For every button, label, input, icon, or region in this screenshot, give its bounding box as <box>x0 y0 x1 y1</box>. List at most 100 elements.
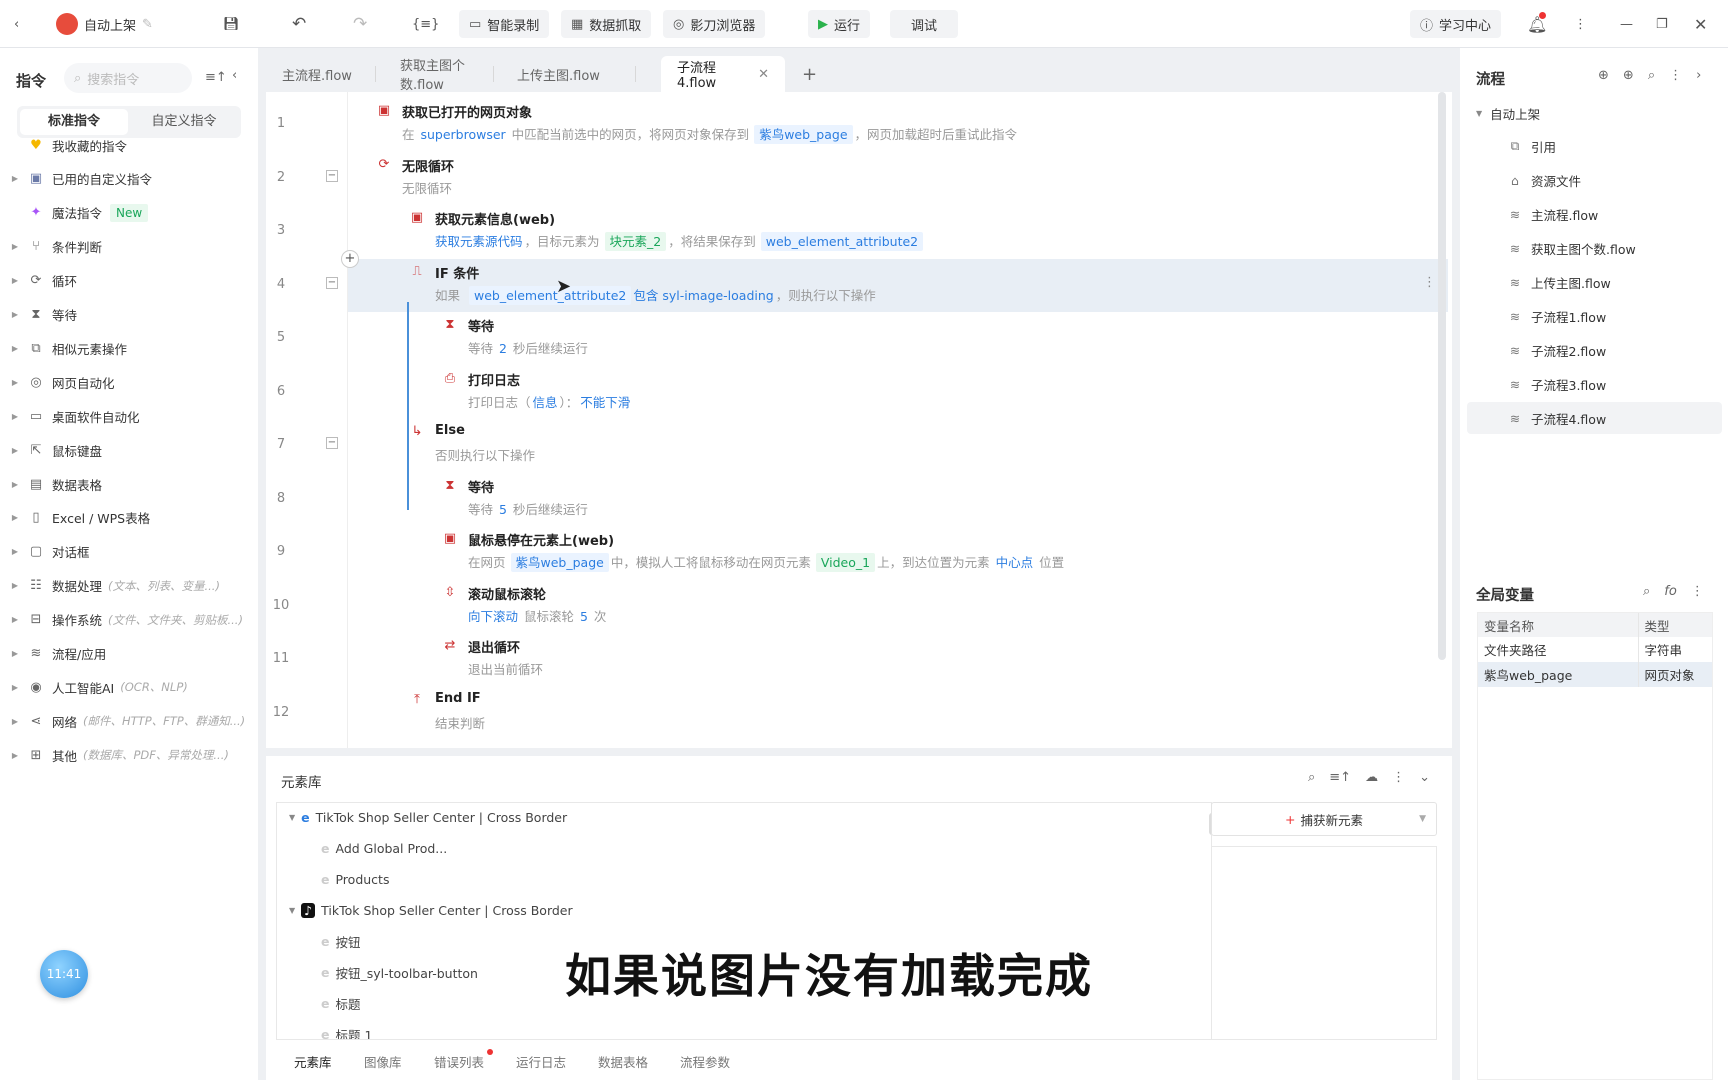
sidebar-item[interactable]: ✦ 魔法指令 New <box>0 196 258 230</box>
sidebar-item[interactable]: ▶ ⊟ 操作系统 (文件、文件夹、剪贴板...) <box>0 603 258 637</box>
step-param[interactable]: 信息 <box>533 395 558 410</box>
tab-flow[interactable]: 主流程.flow <box>266 56 376 92</box>
step-param[interactable]: 包含 syl-image-loading <box>633 288 773 303</box>
flow-step-row[interactable]: 9 ▣ 鼠标悬停在元素上(web) 在网页 紫鸟web_page 中，模拟人工将鼠标移动在… <box>266 526 1452 580</box>
flow-step-row[interactable]: 2− ⟳ 无限循环 无限循环 <box>266 152 1452 206</box>
sidebar-item[interactable]: ▶ ⊞ 其他 (数据库、PDF、异常处理...) <box>0 738 258 772</box>
bottom-tab[interactable]: 运行日志 <box>516 1052 566 1071</box>
step-param[interactable]: 向下滚动 <box>468 609 518 624</box>
table-row[interactable]: 文件夹路径 字符串 <box>1478 637 1712 662</box>
add-tab-button[interactable]: + <box>786 56 833 92</box>
element-tree-item[interactable]: e 标题 <box>321 989 361 1017</box>
flow-step-row[interactable]: 11 ⇄ 退出循环 退出当前循环 <box>266 633 1452 687</box>
capture-element-button[interactable]: + 捕获新元素 ▼ <box>1211 802 1437 836</box>
tab-flow[interactable]: 获取主图个数.flow <box>384 56 494 93</box>
sidebar-item[interactable]: ▶ ◎ 网页自动化 <box>0 365 258 399</box>
smart-record-button[interactable]: ▭ 智能录制 <box>459 10 550 38</box>
bottom-tab[interactable]: 流程参数 <box>680 1052 730 1071</box>
floating-clock-button[interactable]: 11:41 <box>40 950 88 998</box>
tab-flow[interactable]: 子流程4.flow ✕ <box>661 56 785 92</box>
more-vertical-icon[interactable]: ⋮ <box>1423 275 1436 290</box>
collapse-sidebar-button[interactable]: ‹ <box>232 68 237 83</box>
flow-tree-item[interactable]: ≋ 子流程1.flow <box>1460 300 1710 332</box>
step-param[interactable]: Video_1 <box>815 553 876 572</box>
close-button[interactable]: ✕ <box>1694 10 1707 38</box>
flow-tree-item[interactable]: ≋ 主流程.flow <box>1460 198 1710 230</box>
search-icon[interactable]: ⌕ <box>1643 584 1650 599</box>
flow-tree-item[interactable]: ≋ 获取主图个数.flow <box>1460 232 1710 264</box>
search-icon[interactable]: ⌕ <box>1648 68 1655 83</box>
upload-cloud-icon[interactable]: ☁ <box>1365 770 1378 785</box>
sidebar-item[interactable]: ▶ ◉ 人工智能AI (OCR、NLP) <box>0 670 258 704</box>
run-button[interactable]: ▶ 运行 <box>808 10 871 38</box>
maximize-button[interactable]: ❐ <box>1656 10 1668 38</box>
step-param[interactable]: 5 <box>580 609 588 624</box>
editor-scrollbar[interactable] <box>1438 92 1446 660</box>
flow-step-row[interactable]: 5 ⧗ 等待 等待 2 秒后继续运行 <box>266 312 1452 366</box>
flow-step-row[interactable]: 12 ⤒ End IF 结束判断 <box>266 687 1452 741</box>
element-tree-item[interactable]: e 按钮 <box>321 927 361 955</box>
command-search-input[interactable]: ⌕ 搜索指令 <box>64 63 192 93</box>
edit-pencil-icon[interactable]: ✎ <box>142 17 153 32</box>
minimize-button[interactable]: — <box>1620 10 1633 38</box>
bottom-tab[interactable]: 错误列表 <box>434 1052 484 1071</box>
step-param[interactable]: web_element_attribute2 <box>468 285 632 305</box>
element-tree-item[interactable]: ▼ e TikTok Shop Seller Center | Cross Bord… <box>289 803 567 831</box>
sidebar-item[interactable]: ▶ ▯ Excel / WPS表格 <box>0 501 258 535</box>
notifications-button[interactable]: 🔔︎ <box>1527 10 1547 38</box>
chevron-right-icon[interactable]: › <box>1696 68 1701 83</box>
bottom-tab[interactable]: 图像库 <box>364 1052 402 1071</box>
redo-button[interactable]: ↷ <box>353 10 367 38</box>
sidebar-item[interactable]: ▶ ≋ 流程/应用 <box>0 637 258 671</box>
bottom-tab[interactable]: 数据表格 <box>598 1052 648 1071</box>
tab-flow[interactable]: 上传主图.flow <box>501 56 636 92</box>
sidebar-item[interactable]: ▶ ⟳ 循环 <box>0 264 258 298</box>
step-param[interactable]: superbrowser <box>420 127 505 142</box>
collapse-toggle[interactable]: − <box>326 437 338 449</box>
sort-icon[interactable]: ≡↑ <box>1329 770 1351 785</box>
sidebar-item[interactable]: ▶ ⧗ 等待 <box>0 298 258 332</box>
element-tree-item[interactable]: ▼ ♪ TikTok Shop Seller Center | Cross Bord… <box>289 896 573 924</box>
data-scrape-button[interactable]: ▦ 数据抓取 <box>561 10 652 38</box>
flow-tree-item[interactable]: ⧉ 引用 <box>1460 130 1710 162</box>
step-param[interactable]: 2 <box>499 341 507 356</box>
flow-tree-item[interactable]: ≋ 子流程4.flow <box>1467 402 1722 434</box>
debug-button[interactable]: 调试 <box>890 10 958 38</box>
sidebar-item[interactable]: ▶ ▭ 桌面软件自动化 <box>0 399 258 433</box>
sort-button[interactable]: ≡↑ <box>205 70 227 85</box>
flow-tree-item[interactable]: ⌂ 资源文件 <box>1460 164 1710 196</box>
step-param[interactable]: 紫鸟web_page <box>510 553 609 572</box>
sidebar-item[interactable]: ♥ 我收藏的指令 <box>0 128 258 162</box>
sidebar-item[interactable]: ▶ ⧉ 相似元素操作 <box>0 331 258 365</box>
insert-step-button[interactable]: + <box>341 250 359 268</box>
flow-tree-item[interactable]: ≋ 上传主图.flow <box>1460 266 1710 298</box>
flow-step-row[interactable]: 6 ⎙ 打印日志 打印日志（ 信息）： 不能下滑 <box>266 366 1452 420</box>
flow-tree-item[interactable]: ≋ 子流程3.flow <box>1460 368 1710 400</box>
search-icon[interactable]: ⌕ <box>1308 770 1315 785</box>
step-param[interactable]: 不能下滑 <box>580 395 630 410</box>
element-tree-item[interactable]: e 按钮_syl-toolbar-button <box>321 958 478 986</box>
flow-step-row[interactable]: 1 ▣ 获取已打开的网页对象在 superbrowser 中匹配当前选中的网页，将网… <box>266 98 1452 152</box>
sidebar-item[interactable]: ▶ ⋖ 网络 (邮件、HTTP、FTP、群通知...) <box>0 704 258 738</box>
element-tree-item[interactable]: e Products <box>321 865 389 893</box>
undo-button[interactable]: ↶ <box>292 10 306 38</box>
step-param[interactable]: 5 <box>499 502 507 517</box>
element-tree-item[interactable]: e 标题 1 <box>321 1020 372 1040</box>
step-param[interactable]: web_element_attribute2 <box>760 232 924 251</box>
back-button[interactable]: ‹ <box>14 10 19 38</box>
sidebar-item[interactable]: ▶ ▤ 数据表格 <box>0 467 258 501</box>
close-tab-icon[interactable]: ✕ <box>758 67 769 82</box>
chevron-down-icon[interactable]: ⌄ <box>1419 770 1430 785</box>
sidebar-item[interactable]: ▶ ☷ 数据处理 (文本、列表、变量...) <box>0 569 258 603</box>
flow-tree-root[interactable]: ▼ 自动上架 <box>1476 104 1540 123</box>
flow-step-row[interactable]: 7 − ↳ Else 否则执行以下操作 <box>266 419 1452 473</box>
more-vertical-icon[interactable]: ⋮ <box>1392 770 1405 785</box>
browser-button[interactable]: ◎ 影刀浏览器 <box>663 10 766 38</box>
flow-step-row[interactable]: 10 ⇳ 滚动鼠标滚轮 向下滚动 鼠标滚轮 5 次 <box>266 580 1452 634</box>
flow-step-row[interactable]: 8 ⧗ 等待 等待 5 秒后继续运行 <box>266 473 1452 527</box>
flow-tree-item[interactable]: ≋ 子流程2.flow <box>1460 334 1710 366</box>
more-vertical-icon[interactable]: ⋮ <box>1669 68 1682 83</box>
element-tree-item[interactable]: e Add Global Prod... <box>321 834 447 862</box>
step-param[interactable]: 块元素_2 <box>604 232 667 251</box>
flow-step-row[interactable]: 4 − ⎍ IF 条件 如果 web_element_attribute2 包含 syl-… <box>277 258 1448 312</box>
